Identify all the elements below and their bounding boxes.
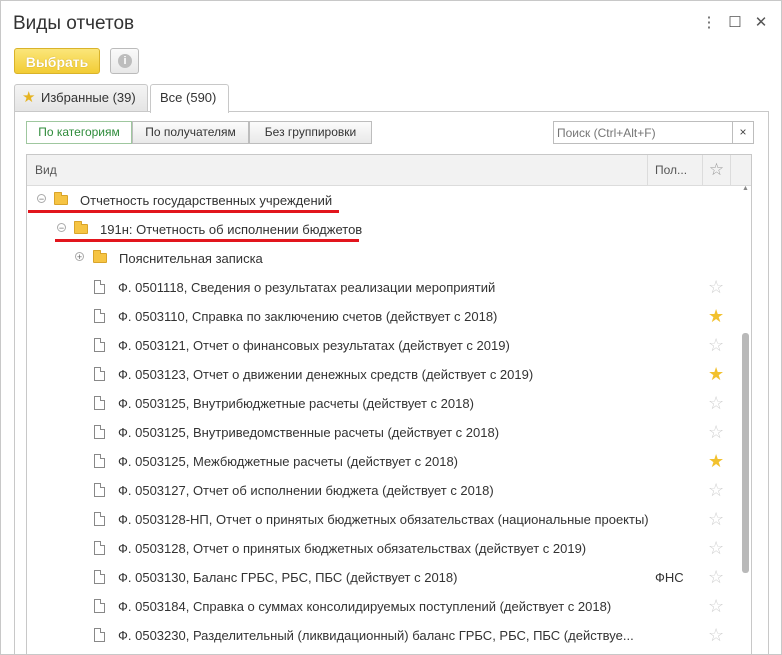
document-icon [94, 599, 105, 613]
document-icon [94, 280, 105, 294]
column-header-name[interactable]: Вид [27, 155, 648, 185]
maximize-icon[interactable]: ☐ [727, 15, 743, 31]
tab-favorites-label: Избранные (39) [41, 90, 136, 105]
document-icon [94, 367, 105, 381]
expand-icon[interactable]: + [75, 252, 84, 262]
favorite-star-empty-icon[interactable]: ☆ [708, 625, 724, 645]
table-row[interactable]: Ф. 0503125, Межбюджетные расчеты (действ… [27, 447, 743, 476]
row-label: Ф. 0503125, Внутриведомственные расчеты … [118, 425, 500, 440]
table-header: Вид Пол... ☆ [27, 155, 751, 186]
table-row[interactable]: Ф. 0501118, Сведения о результатах реали… [27, 273, 743, 302]
row-label: Пояснительная записка [119, 251, 263, 266]
favorite-star-empty-icon[interactable]: ☆ [708, 480, 724, 500]
document-icon [94, 628, 105, 642]
search-input[interactable] [553, 121, 733, 144]
table-row[interactable]: Ф. 0503123, Отчет о движении денежных ср… [27, 360, 743, 389]
table-row[interactable]: Ф. 0503128-НП, Отчет о принятых бюджетны… [27, 505, 743, 534]
group-by-recipient-button[interactable]: По получателям [132, 121, 249, 144]
favorite-star-empty-icon[interactable]: ☆ [708, 277, 724, 297]
table-row[interactable]: Ф. 0503121, Отчет о финансовых результат… [27, 331, 743, 360]
table-row[interactable]: Ф. 0503110, Справка по заключению счетов… [27, 302, 743, 331]
tab-favorites[interactable]: ★ Избранные (39) [14, 84, 148, 112]
column-header-favorite-icon[interactable]: ☆ [703, 155, 731, 185]
tree-group-row[interactable]: + Пояснительная записка [27, 244, 743, 273]
document-icon [94, 512, 105, 526]
document-icon [94, 570, 105, 584]
row-label: Ф. 0503128-НП, Отчет о принятых бюджетны… [118, 512, 649, 527]
document-icon [94, 454, 105, 468]
row-label: Ф. 0503128, Отчет о принятых бюджетных о… [118, 541, 587, 556]
report-types-table: Вид Пол... ☆ − Отчетность государственных… [26, 154, 752, 654]
table-row[interactable]: Ф. 0503125, Внутрибюджетные расчеты (дей… [27, 389, 743, 418]
info-icon: i [118, 54, 132, 68]
annotation-underline [28, 210, 339, 213]
row-label: Ф. 0503125, Внутрибюджетные расчеты (дей… [118, 396, 474, 411]
favorite-star-filled-icon[interactable]: ★ [708, 306, 724, 326]
more-menu-icon[interactable]: ⋮ [701, 15, 717, 31]
favorite-star-empty-icon[interactable]: ☆ [708, 393, 724, 413]
row-label: Ф. 0501118, Сведения о результатах реали… [118, 280, 496, 295]
select-button[interactable]: Выбрать [14, 48, 100, 74]
favorite-star-empty-icon[interactable]: ☆ [708, 509, 724, 529]
favorite-star-filled-icon[interactable]: ★ [708, 451, 724, 471]
row-label: Ф. 0503123, Отчет о движении денежных ср… [118, 367, 534, 382]
folder-icon [54, 192, 68, 205]
document-icon [94, 483, 105, 497]
annotation-underline [55, 239, 359, 242]
scroll-up-icon[interactable]: ▲ [741, 185, 750, 193]
collapse-icon[interactable]: − [37, 194, 46, 204]
group-by-category-button[interactable]: По категориям [26, 121, 132, 144]
window-title: Виды отчетов [13, 13, 135, 34]
table-row[interactable]: Ф. 0503230, Разделительный (ликвидационн… [27, 621, 743, 650]
favorite-star-filled-icon[interactable]: ★ [708, 364, 724, 384]
collapse-icon[interactable]: − [57, 223, 66, 233]
folder-icon [74, 221, 88, 234]
row-label: Ф. 0503130, Баланс ГРБС, РБС, ПБС (дейст… [118, 570, 458, 585]
row-label: Ф. 0503121, Отчет о финансовых результат… [118, 338, 510, 353]
table-row[interactable]: Ф. 0503130, Баланс ГРБС, РБС, ПБС (дейст… [27, 563, 743, 592]
table-body: − Отчетность государственных учреждений −1… [27, 186, 743, 650]
column-header-recipient[interactable]: Пол... [648, 155, 703, 185]
scrollbar-thumb[interactable] [742, 333, 749, 573]
row-label: Ф. 0503230, Разделительный (ликвидационн… [118, 628, 634, 643]
table-row[interactable]: Ф. 0503184, Справка о суммах консолидиру… [27, 592, 743, 621]
search-clear-icon[interactable]: × [733, 121, 754, 144]
info-button[interactable]: i [110, 48, 139, 74]
no-grouping-button[interactable]: Без группировки [249, 121, 372, 144]
vertical-scrollbar[interactable]: ▲ [741, 185, 750, 654]
document-icon [94, 396, 105, 410]
favorite-star-empty-icon[interactable]: ☆ [708, 335, 724, 355]
row-label: Ф. 0503184, Справка о суммах консолидиру… [118, 599, 612, 614]
tab-all-label: Все (590) [160, 90, 217, 105]
close-icon[interactable]: ✕ [753, 15, 769, 31]
row-label: Ф. 0503127, Отчет об исполнении бюджета … [118, 483, 494, 498]
row-recipient: ФНС [655, 570, 684, 585]
favorite-star-empty-icon[interactable]: ☆ [708, 422, 724, 442]
document-icon [94, 425, 105, 439]
table-row[interactable]: Ф. 0503128, Отчет о принятых бюджетных о… [27, 534, 743, 563]
tab-all[interactable]: Все (590) [150, 84, 229, 113]
table-row[interactable]: Ф. 0503125, Внутриведомственные расчеты … [27, 418, 743, 447]
row-label: Ф. 0503125, Межбюджетные расчеты (действ… [118, 454, 459, 469]
star-icon: ★ [22, 89, 36, 106]
report-types-window: Виды отчетов ⋮ ☐ ✕ Выбрать i ★ Избранные… [0, 0, 782, 655]
document-icon [94, 338, 105, 352]
favorite-star-empty-icon[interactable]: ☆ [708, 567, 724, 587]
favorite-star-empty-icon[interactable]: ☆ [708, 596, 724, 616]
document-icon [94, 309, 105, 323]
title-bar: Виды отчетов ⋮ ☐ ✕ [1, 1, 781, 45]
folder-icon [93, 250, 107, 263]
favorite-star-empty-icon[interactable]: ☆ [708, 538, 724, 558]
document-icon [94, 541, 105, 555]
table-row[interactable]: Ф. 0503127, Отчет об исполнении бюджета … [27, 476, 743, 505]
row-label: Ф. 0503110, Справка по заключению счетов… [118, 309, 498, 324]
